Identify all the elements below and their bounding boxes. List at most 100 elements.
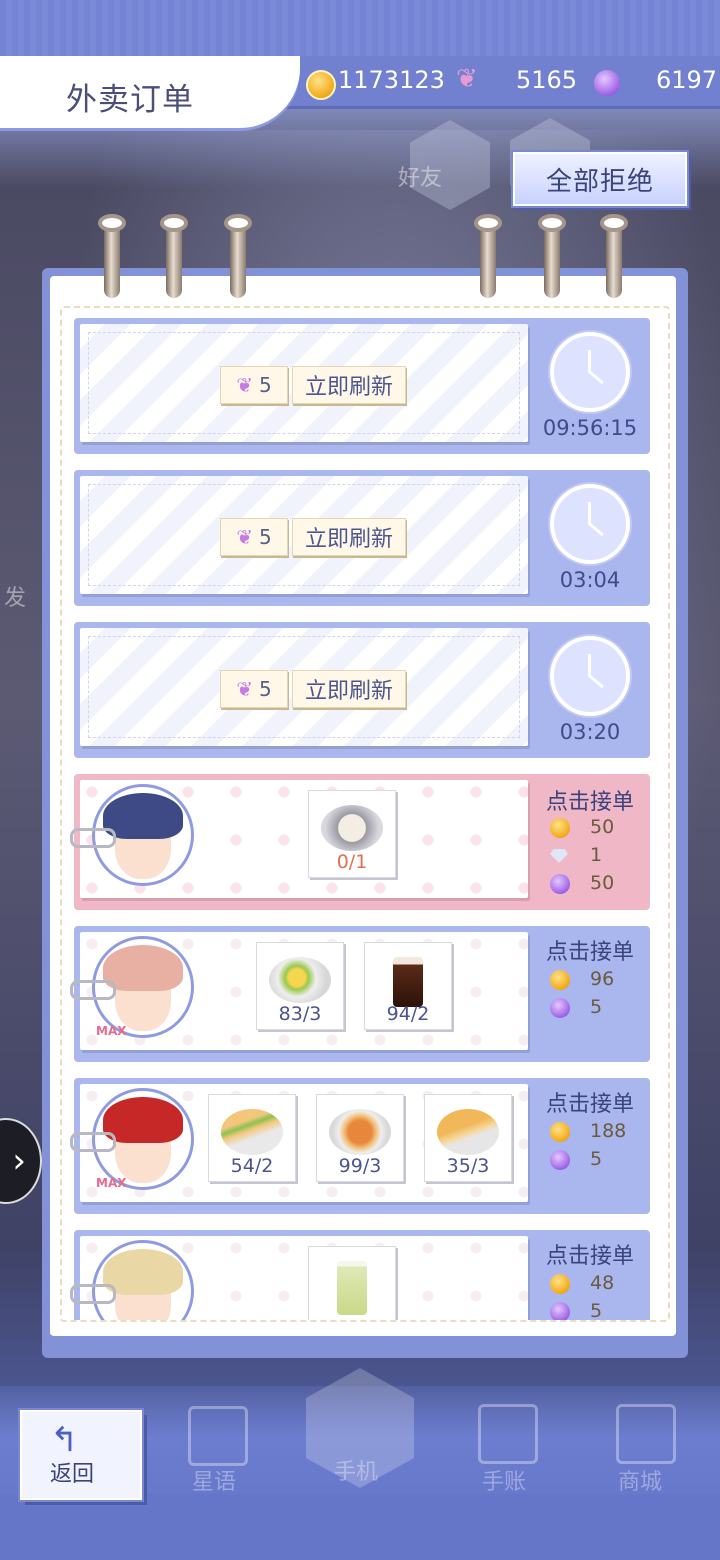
refresh-cost: ❦ 5 [220,670,288,708]
nav-star-words[interactable]: 星语 [192,1464,236,1496]
order-card[interactable]: 点击接单 48 5 [70,1230,650,1320]
order-item-count: 83/3 [278,1003,322,1025]
swan-crystal-icon[interactable]: ❦ [456,64,478,94]
reject-all-button[interactable]: 全部拒绝 [513,152,687,206]
order-card-body: 0/1 [70,780,528,898]
diamond-icon [550,849,568,863]
gold-coin-icon [550,1122,570,1142]
order-reward-panel: 点击接单 48 5 [530,1230,650,1320]
order-item-iced-cola: 94/2 [364,942,452,1030]
refresh-slot-body: ❦ 5 立即刷新 [80,324,528,442]
reward-coin: 188 [530,1120,650,1146]
nav-shop[interactable]: 商城 [618,1464,662,1496]
order-card-body: MAX 83/3 94/2 [70,932,528,1050]
refresh-cost: ❦ 5 [220,366,288,404]
notebook-ring [224,214,252,298]
bg-label-fa: 发 [4,586,27,611]
purple-gem-icon [550,1302,570,1320]
reward-coin: 48 [530,1272,650,1298]
back-label[interactable]: 返回 [50,1456,94,1488]
swan-crystal-icon: ❦ [236,677,254,701]
order-card[interactable]: MAX 54/2 99/3 35/3 点击接单 188 5 [70,1078,650,1214]
order-item-pasta: 99/3 [316,1094,404,1182]
refresh-slot: ❦ 5 立即刷新 03:20 [74,622,650,758]
reward-gem: 5 [530,1148,650,1174]
refresh-cost: ❦ 5 [220,518,288,556]
bg-label-friends: 好友 [398,166,443,191]
order-list[interactable]: ❦ 5 立即刷新 09:56:15 ❦ 5 立即刷新 03:04 ❦ 5 立即刷… [60,306,670,1322]
order-reward-panel: 点击接单 188 5 [530,1078,650,1214]
refresh-slot-body: ❦ 5 立即刷新 [80,628,528,746]
timer-panel: 03:20 [530,622,650,758]
reward-coin: 96 [530,968,650,994]
reward-coin: 50 [530,816,650,842]
notebook-ring [98,214,126,298]
nav-phone[interactable]: 手机 [334,1454,378,1486]
max-badge: MAX [96,1024,127,1038]
page-title: 外卖订单 [66,82,194,118]
swan-crystal-icon: ❦ [236,373,254,397]
reward-gem: 50 [530,872,650,898]
purple-gem-icon [550,874,570,894]
order-item-count: 99/3 [338,1155,382,1177]
bottom-bar [0,1494,720,1560]
refresh-slot: ❦ 5 立即刷新 09:56:15 [74,318,650,454]
order-card[interactable]: MAX 83/3 94/2 点击接单 96 5 [70,926,650,1062]
refresh-slot-body: ❦ 5 立即刷新 [80,476,528,594]
star-words-icon[interactable] [188,1406,248,1466]
gold-coin-icon [306,70,336,100]
shop-icon[interactable] [616,1404,676,1464]
refresh-now-button[interactable]: 立即刷新 [292,518,406,556]
gold-coin-icon [550,1274,570,1294]
refresh-cost-value: 5 [259,525,272,549]
refresh-slot: ❦ 5 立即刷新 03:04 [74,470,650,606]
order-card-body [70,1236,528,1320]
order-reward-panel: 点击接单 96 5 [530,926,650,1062]
paper-clip-icon [70,1132,116,1152]
refresh-now-button[interactable]: 立即刷新 [292,670,406,708]
notebook-ring [474,214,502,298]
chevron-right-icon: › [12,1141,26,1181]
notebook-ring [160,214,188,298]
notebook-ring [538,214,566,298]
gold-coin-count: 1173123 [338,66,445,94]
reward-gem: 5 [530,1300,650,1320]
order-item-count: 54/2 [230,1155,274,1177]
purple-gem-count: 6197 [656,66,718,94]
max-badge: MAX [96,1176,127,1190]
accept-order-button[interactable]: 点击接单 [530,784,650,816]
accept-order-button[interactable]: 点击接单 [530,934,650,966]
clock-icon [550,636,630,716]
reward-diamond: 1 [530,844,650,870]
refresh-timer: 03:20 [559,720,621,744]
order-item-sandwich: 54/2 [208,1094,296,1182]
refresh-now-button[interactable]: 立即刷新 [292,366,406,404]
paper-clip-icon [70,828,116,848]
paper-clip-icon [70,1284,116,1304]
nav-journal[interactable]: 手账 [482,1464,526,1496]
customer-avatar [92,1240,194,1320]
timer-panel: 09:56:15 [530,318,650,454]
accept-order-button[interactable]: 点击接单 [530,1238,650,1270]
journal-icon[interactable] [478,1404,538,1464]
order-item-count: 35/3 [446,1155,490,1177]
order-card-body: MAX 54/2 99/3 35/3 [70,1084,528,1202]
gold-coin-icon [550,818,570,838]
swan-crystal-count: 5165 [516,66,578,94]
purple-gem-icon [550,1150,570,1170]
refresh-timer: 09:56:15 [542,416,638,440]
accept-order-button[interactable]: 点击接单 [530,1086,650,1118]
reward-gem: 5 [530,996,650,1022]
refresh-timer: 03:04 [559,568,621,592]
gold-coin-icon [550,970,570,990]
swan-crystal-icon: ❦ [236,525,254,549]
timer-panel: 03:04 [530,470,650,606]
order-card[interactable]: 0/1 点击接单 50 1 50 [70,774,650,910]
order-item-egg-salad: 83/3 [256,942,344,1030]
order-item-count: 0/1 [336,851,368,873]
order-item-latte-art-coffee: 0/1 [308,790,396,878]
refresh-cost-value: 5 [259,373,272,397]
order-item-count: 94/2 [386,1003,430,1025]
back-arrow-icon: ↰ [50,1420,79,1460]
order-item-lemon-drink [308,1246,396,1320]
